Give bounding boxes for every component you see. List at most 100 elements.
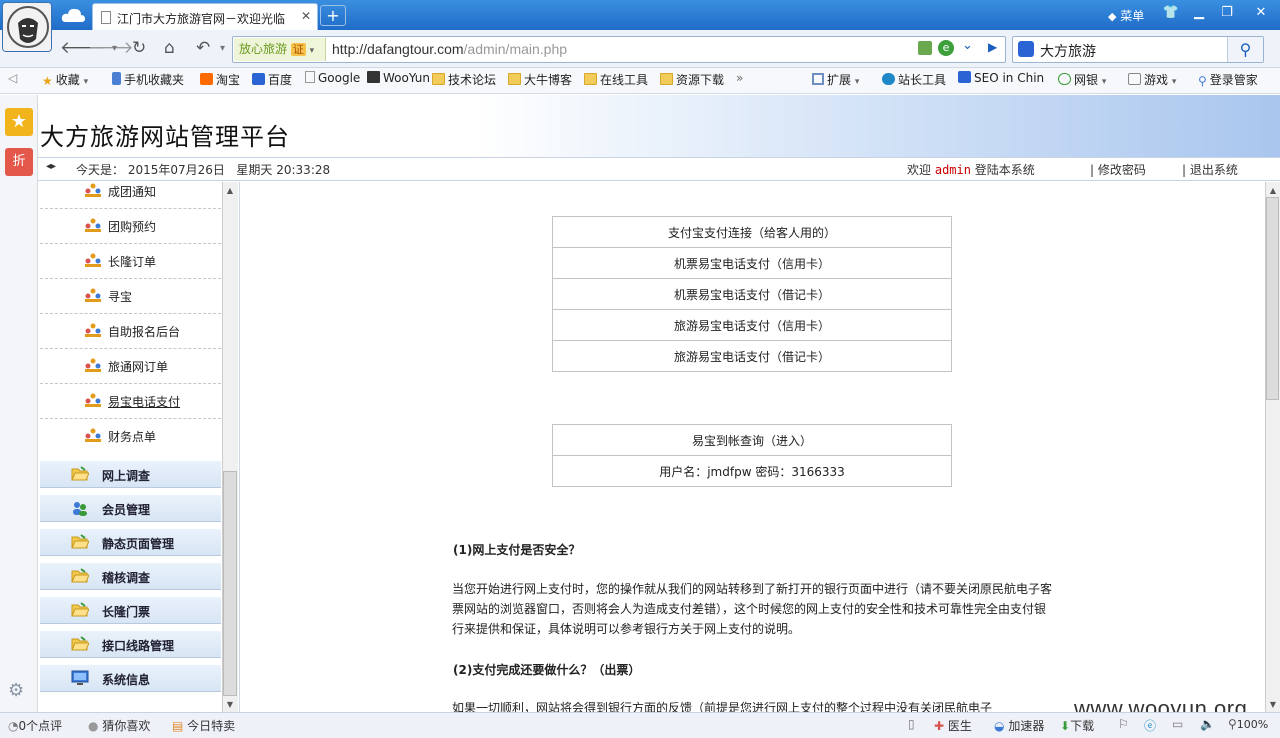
collapse-toggle-icon[interactable]: ◂▸ [46, 161, 56, 172]
forward-dropdown-icon[interactable]: ▾ [112, 43, 117, 54]
url-text[interactable]: http://dafangtour.com/admin/main.php [332, 41, 567, 57]
search-input[interactable]: 大方旅游 [1040, 41, 1096, 61]
url-path: /admin/main.php [463, 41, 568, 57]
payment-link-travel-debit[interactable]: 旅游易宝电话支付（借记卡） [552, 340, 952, 372]
doctor-tool[interactable]: ✚ 医生 [934, 717, 972, 734]
main-scroll-down-icon[interactable]: ▼ [1266, 700, 1280, 709]
ie-icon[interactable]: ⓔ [1144, 717, 1156, 734]
volume-icon[interactable]: 🔈 [1200, 717, 1215, 731]
menu-item-lvtong-orders[interactable]: 旅通网订单 [40, 349, 221, 384]
menu-item-group-buy[interactable]: 团购预约 [40, 209, 221, 244]
tab-active[interactable]: 江门市大方旅游官网－欢迎光临 ✕ [92, 3, 318, 30]
home-icon[interactable]: ⌂ [164, 38, 175, 58]
bookmark-mobile[interactable]: 手机收藏夹 [112, 71, 184, 88]
tool-online-banking[interactable]: 网银 ▾ [1058, 71, 1106, 88]
bookmark-baidu[interactable]: 百度 [252, 71, 292, 88]
payment-link-travel-credit[interactable]: 旅游易宝电话支付（信用卡） [552, 309, 952, 341]
menu-group-members[interactable]: 会员管理 [40, 494, 221, 522]
bookmark-wooyun[interactable]: WooYun [367, 71, 430, 85]
undo-dropdown-icon[interactable]: ▾ [220, 43, 225, 54]
qr-icon[interactable] [918, 41, 932, 55]
menu-item-label: 财务点单 [108, 430, 157, 444]
menu-group-system-info[interactable]: 系统信息 [40, 664, 221, 692]
bookmark-blogs[interactable]: 大牛博客 [508, 71, 572, 88]
menu-group-interface-routes[interactable]: 接口线路管理 [40, 630, 221, 658]
menu-item-label: 团购预约 [108, 220, 157, 234]
bookmark-favorites[interactable]: ★ 收藏 ▾ [42, 71, 88, 88]
compat-mode-icon[interactable]: e [938, 40, 954, 56]
comments-status[interactable]: ◔0个点评 [8, 717, 62, 734]
guess-you-like[interactable]: ● 猜你喜欢 [88, 717, 150, 734]
people-icon [84, 253, 102, 267]
main-scroll-thumb[interactable] [1266, 197, 1279, 400]
payment-link-alipay[interactable]: 支付宝支付连接（给客人用的） [552, 216, 952, 248]
change-password-link[interactable]: | 修改密码 [1090, 161, 1146, 178]
minimize-icon[interactable]: ▁ [1186, 3, 1212, 23]
menu-group-static-pages[interactable]: 静态页面管理 [40, 528, 221, 556]
settings-gear-icon[interactable]: ⚙ [8, 680, 24, 701]
flag-icon[interactable]: ⚐ [1118, 717, 1129, 731]
favorites-star-icon[interactable]: ★ [5, 108, 33, 136]
sidebar-scroll-thumb[interactable] [223, 471, 237, 696]
menu-group-chimelong-tickets[interactable]: 长隆门票 [40, 596, 221, 624]
speed-icon: ◒ [994, 719, 1005, 733]
close-window-icon[interactable]: ✕ [1248, 3, 1274, 23]
menu-item-self-signup[interactable]: 自助报名后台 [40, 314, 221, 349]
daily-deals[interactable]: ▤ 今日特卖 [172, 717, 235, 734]
menu-item-finance[interactable]: 财务点单 [40, 419, 221, 454]
baidu-paw-icon[interactable] [1018, 41, 1034, 57]
trust-certificate-badge[interactable]: 放心旅游 证 ▾ [234, 38, 326, 61]
forward-icon[interactable]: 🡒 [88, 38, 134, 58]
restore-icon[interactable]: ❐ [1214, 3, 1240, 23]
discount-icon[interactable]: 折 [5, 148, 33, 176]
tool-extensions[interactable]: 扩展 ▾ [812, 71, 859, 88]
browser-menu[interactable]: ◆ 菜单 [1108, 7, 1144, 24]
refresh-icon[interactable]: ↻ [132, 38, 146, 58]
go-icon[interactable]: ▶ [988, 40, 997, 54]
menu-item-label: 成团通知 [108, 185, 157, 199]
address-dropdown-icon[interactable]: ⌄ [962, 38, 973, 53]
menu-item-group-notice[interactable]: 成团通知 [40, 182, 221, 209]
new-tab-button[interactable]: + [320, 5, 346, 26]
menu-group-survey[interactable]: 网上调查 [40, 460, 221, 488]
tool-webmaster[interactable]: 站长工具 [882, 71, 946, 88]
zoom-control[interactable]: ⚲100% [1228, 717, 1268, 731]
search-button[interactable]: ⚲ [1227, 37, 1263, 62]
cloud-icon[interactable] [60, 5, 86, 25]
bookmark-downloads[interactable]: 资源下载 [660, 71, 724, 88]
accelerator-tool[interactable]: ◒ 加速器 [994, 717, 1044, 734]
user-avatar[interactable] [2, 2, 52, 52]
skin-icon[interactable]: 👕 [1158, 3, 1184, 23]
main-scroll-up-icon[interactable]: ▲ [1266, 186, 1280, 195]
payment-link-air-debit[interactable]: 机票易宝电话支付（借记卡） [552, 278, 952, 310]
bookmark-label: Google [318, 71, 361, 85]
menu-group-audit[interactable]: 稽核调查 [40, 562, 221, 590]
scroll-up-icon[interactable]: ▲ [223, 186, 237, 195]
yeepay-query-link[interactable]: 易宝到帐查询（进入） [552, 424, 952, 456]
download-label: 下载 [1070, 719, 1095, 733]
tool-login-manager[interactable]: ⚲ 登录管家 [1198, 71, 1258, 88]
logout-link[interactable]: | 退出系统 [1182, 161, 1238, 178]
tool-games[interactable]: 游戏 ▾ [1128, 71, 1176, 88]
download-tool[interactable]: ⬇下载 [1060, 717, 1094, 734]
payment-link-air-credit[interactable]: 机票易宝电话支付（信用卡） [552, 247, 952, 279]
bookmark-tech-forum[interactable]: 技术论坛 [432, 71, 496, 88]
bookmark-online-tools[interactable]: 在线工具 [584, 71, 648, 88]
menu-item-chimelong-orders[interactable]: 长隆订单 [40, 244, 221, 279]
bookmark-taobao[interactable]: 淘宝 [200, 71, 240, 88]
bookmark-google[interactable]: Google [305, 71, 360, 85]
weekday-value: 星期天 [236, 163, 273, 177]
window-icon[interactable]: ▭ [1172, 717, 1183, 731]
search-icon: ⚲ [1239, 40, 1252, 59]
undo-icon[interactable]: ↶ [196, 38, 210, 58]
tool-seo[interactable]: SEO in Chin [958, 71, 1044, 85]
menu-item-treasure[interactable]: 寻宝 [40, 279, 221, 314]
username: admin [934, 163, 971, 177]
more-bookmarks-icon[interactable]: » [736, 71, 743, 85]
menu-item-yeepay-phone[interactable]: 易宝电话支付 [40, 384, 221, 419]
sidebar-toggle-icon[interactable]: ◁ [8, 71, 17, 85]
phone-icon[interactable]: ▯ [908, 717, 915, 731]
close-tab-icon[interactable]: ✕ [301, 9, 311, 23]
tool-label: 游戏 [1144, 73, 1169, 87]
scroll-down-icon[interactable]: ▼ [223, 700, 237, 709]
